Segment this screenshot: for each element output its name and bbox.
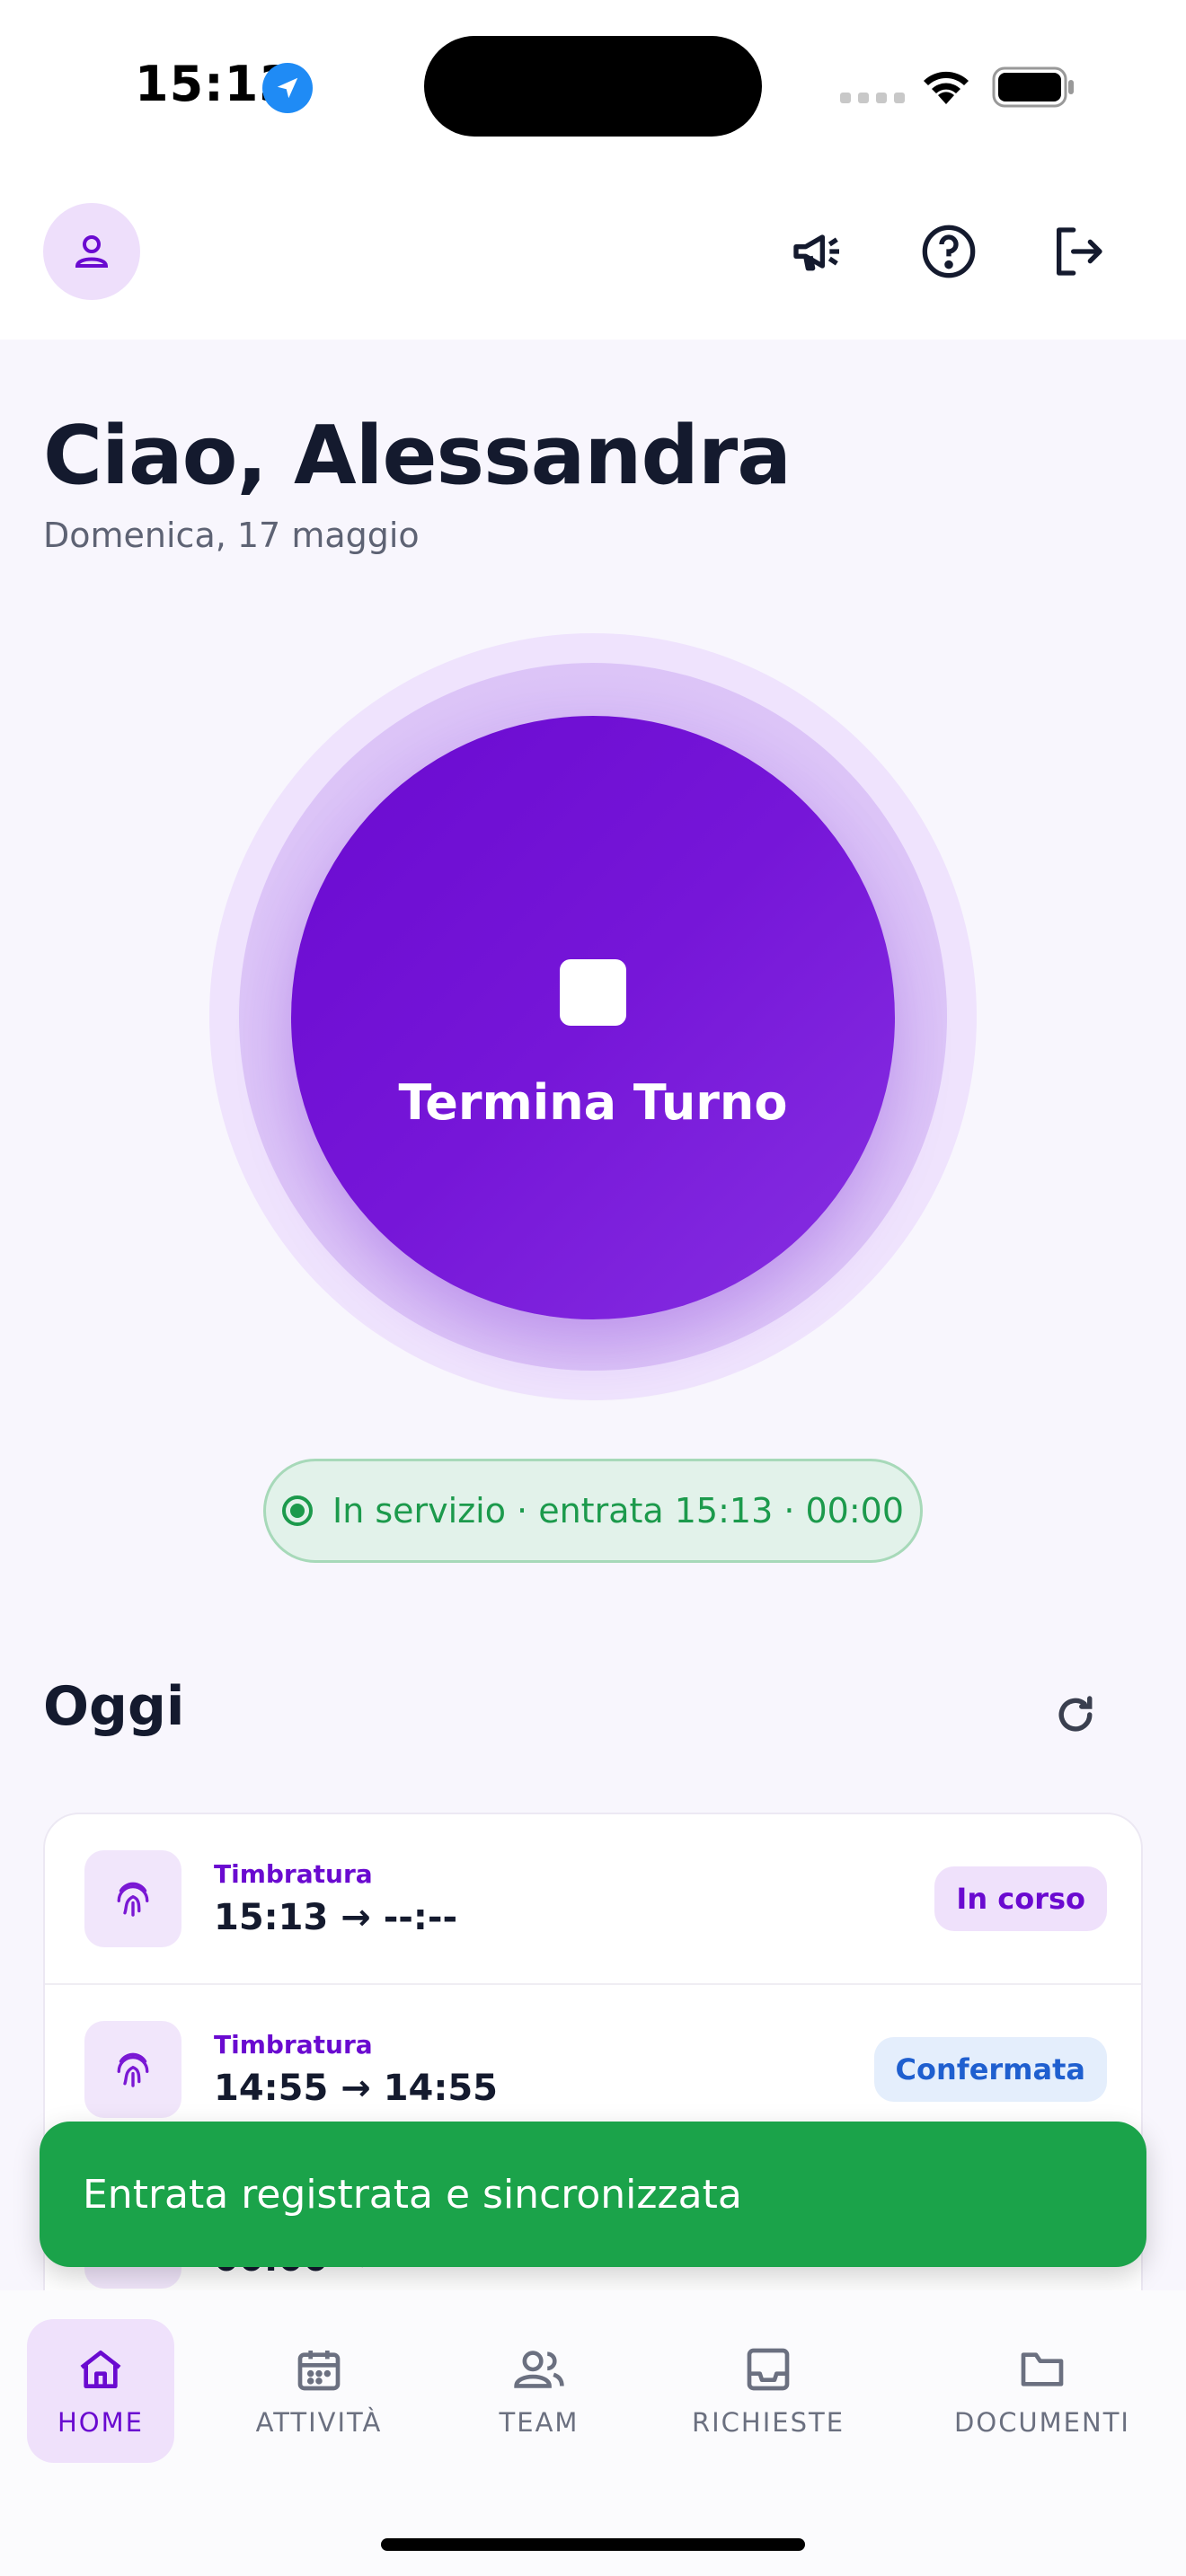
status-bar: 15:13: [0, 0, 1186, 171]
entry-time: 15:13 → --:--: [214, 1897, 458, 1938]
stop-icon: [560, 958, 626, 1026]
end-shift-button[interactable]: Termina Turno: [291, 716, 895, 1319]
bottom-nav: HOME ATTIVITÀ TEAM RICHIESTE DOCUMENTI: [0, 2290, 1186, 2576]
nav-label: RICHIESTE: [691, 2407, 845, 2438]
nav-item-attivita[interactable]: ATTIVITÀ: [243, 2319, 395, 2463]
entry-type: Timbratura: [214, 1859, 373, 1889]
end-shift-label: Termina Turno: [398, 1073, 788, 1131]
home-indicator: [381, 2538, 805, 2551]
user-icon: [75, 235, 109, 268]
fingerprint-icon: [84, 1850, 181, 1947]
megaphone-icon[interactable]: [783, 217, 852, 286]
avatar[interactable]: [43, 203, 140, 300]
nav-item-team[interactable]: TEAM: [476, 2319, 602, 2463]
nav-item-richieste[interactable]: RICHIESTE: [683, 2319, 854, 2463]
toast-message: Entrata registrata e sincronizzata: [83, 2171, 742, 2218]
location-icon: [262, 63, 313, 113]
today-entries-card: Timbratura 15:13 → --:-- In corso Timbra…: [43, 1813, 1143, 2369]
calendar-icon: [297, 2351, 341, 2391]
fingerprint-icon: [84, 2021, 181, 2118]
greeting-title: Ciao, Alessandra: [43, 409, 792, 503]
refresh-icon[interactable]: [1051, 1690, 1100, 1742]
section-title: Oggi: [43, 1675, 185, 1738]
status-badge: Confermata: [873, 2037, 1107, 2102]
battery-icon: [992, 66, 1076, 111]
nav-label: DOCUMENTI: [954, 2407, 1130, 2438]
inbox-icon: [747, 2348, 790, 2391]
nav-label: ATTIVITÀ: [255, 2407, 383, 2438]
help-icon[interactable]: [915, 217, 983, 286]
wifi-icon: [918, 63, 974, 111]
entry-time: 14:55 → 14:55: [214, 2068, 499, 2109]
status-badge: In servizio · entrata 15:13 · 00:00: [263, 1459, 923, 1563]
home-icon: [80, 2351, 121, 2388]
dynamic-island: [424, 36, 762, 137]
nav-label: HOME: [58, 2407, 144, 2438]
app-bar: [0, 171, 1186, 340]
status-badge: In corso: [934, 1866, 1107, 1931]
toast-notification: Entrata registrata e sincronizzata: [40, 2122, 1146, 2267]
nav-label: TEAM: [499, 2407, 580, 2438]
list-item[interactable]: Timbratura 15:13 → --:-- In corso: [45, 1814, 1141, 1985]
status-text: In servizio · entrata 15:13 · 00:00: [332, 1491, 904, 1531]
entry-type: Timbratura: [214, 2030, 373, 2060]
folder-icon: [1021, 2352, 1064, 2386]
nav-item-documenti[interactable]: DOCUMENTI: [952, 2319, 1132, 2463]
status-dot-icon: [282, 1495, 313, 1526]
logout-icon[interactable]: [1044, 217, 1112, 286]
team-icon: [514, 2351, 564, 2388]
nav-item-home[interactable]: HOME: [27, 2319, 174, 2463]
signal-icon: [840, 93, 905, 103]
greeting-date: Domenica, 17 maggio: [43, 516, 420, 555]
